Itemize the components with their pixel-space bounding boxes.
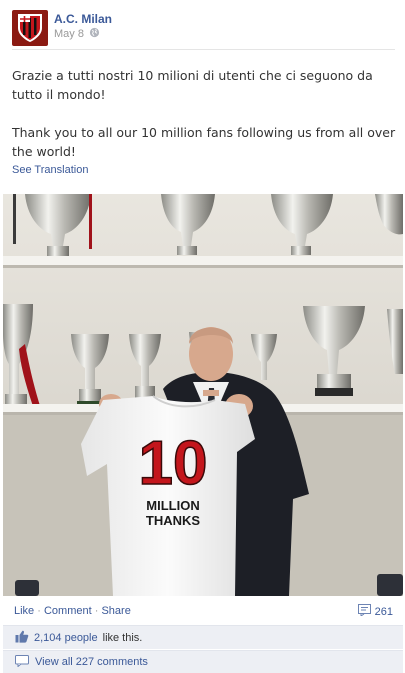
page-avatar[interactable] — [12, 10, 48, 46]
action-separator: · — [37, 605, 41, 617]
likes-count-link[interactable]: 2,104 people — [34, 632, 98, 644]
share-count-value: 261 — [374, 605, 393, 618]
share-count-icon — [357, 604, 371, 619]
photo-trophy-room-image: 10 MILLION THANKS — [3, 194, 403, 596]
milan-crest-icon — [18, 14, 42, 42]
view-all-comments-link[interactable]: View all 227 comments — [35, 656, 148, 668]
shirt-number: 10 — [139, 429, 208, 498]
see-translation-link[interactable]: See Translation — [12, 164, 88, 176]
post-actions: Like · Comment · Share 261 — [0, 601, 405, 623]
shirt-text-line2: THANKS — [146, 513, 200, 528]
post-meta: May 8 — [54, 27, 100, 41]
post-photo[interactable]: 10 MILLION THANKS — [3, 194, 403, 596]
like-button[interactable]: Like — [14, 605, 34, 617]
likes-summary: 2,104 people like this. — [3, 625, 403, 649]
thumbs-up-icon — [15, 630, 29, 646]
post-header: A.C. Milan May 8 — [12, 10, 395, 50]
post-date[interactable]: May 8 — [54, 28, 84, 40]
page-author-name[interactable]: A.C. Milan — [54, 12, 112, 26]
comment-button[interactable]: Comment — [44, 605, 92, 617]
share-button[interactable]: Share — [101, 605, 130, 617]
action-separator: · — [94, 605, 99, 617]
post-message: Grazie a tutti nostri 10 milioni di uten… — [12, 66, 397, 180]
post-text-italian: Grazie a tutti nostri 10 milioni di uten… — [12, 68, 373, 102]
action-links: Like · Comment · Share — [14, 605, 131, 617]
view-comments-row: View all 227 comments — [3, 650, 403, 673]
comment-bubble-icon — [15, 654, 29, 670]
post-text-english: Thank you to all our 10 million fans fol… — [12, 125, 396, 159]
likes-suffix: like this. — [102, 631, 143, 644]
shirt-text-line1: MILLION — [146, 498, 199, 513]
globe-icon — [89, 27, 100, 41]
share-count[interactable]: 261 — [357, 604, 393, 619]
